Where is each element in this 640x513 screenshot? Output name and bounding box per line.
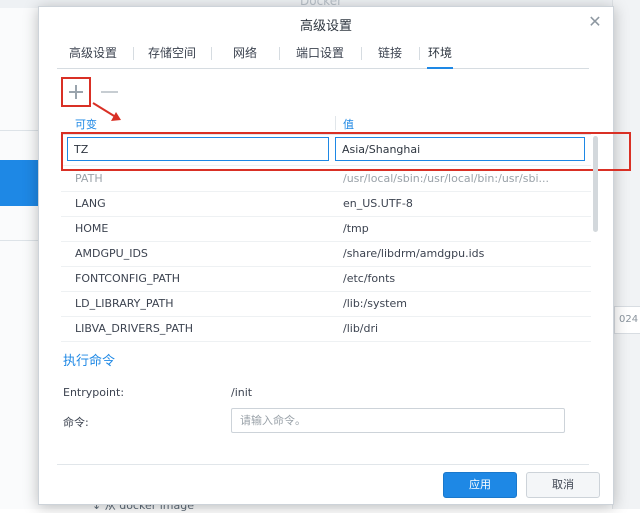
entrypoint-value: /init xyxy=(231,386,253,399)
plus-icon-stroke xyxy=(75,85,77,99)
dialog-title: 高级设置 xyxy=(299,19,352,34)
tab-environment[interactable]: 环境 xyxy=(423,38,457,69)
table-row[interactable]: AMDGPU_IDS /share/libdrm/amdgpu.ids xyxy=(61,241,591,267)
add-variable-button[interactable] xyxy=(61,77,91,107)
exec-section-title: 执行命令 xyxy=(63,354,116,369)
variable-name: FONTCONFIG_PATH xyxy=(75,272,181,285)
background-divider xyxy=(0,130,38,131)
table-row[interactable]: HOME /tmp xyxy=(61,216,591,242)
apply-button[interactable]: 应用 xyxy=(443,472,517,498)
tab-separator xyxy=(211,47,212,60)
table-scrollbar[interactable] xyxy=(593,136,598,232)
tab-separator xyxy=(133,47,134,60)
variable-name: HOME xyxy=(75,222,109,235)
variable-value-input[interactable] xyxy=(335,137,585,161)
entrypoint-label: Entrypoint: xyxy=(63,386,125,399)
variable-name: PATH xyxy=(75,172,103,185)
table-row[interactable]: LANG en_US.UTF-8 xyxy=(61,191,591,217)
tab-links[interactable]: 链接 xyxy=(365,38,415,68)
variable-value: /etc/fonts xyxy=(343,272,396,285)
tab-bar: 高级设置 存储空间 网络 端口设置 链接 环境 xyxy=(57,38,589,69)
column-separator xyxy=(335,116,336,130)
column-header-value[interactable]: 值 xyxy=(343,116,354,132)
command-label: 命令: xyxy=(63,416,89,429)
tab-advanced-settings[interactable]: 高级设置 xyxy=(57,38,129,68)
variable-name-input[interactable] xyxy=(67,137,329,161)
environment-table: 可变 值 PATH /usr/local/sbin:/usr/local/bin… xyxy=(61,114,597,346)
variable-value: /lib:/system xyxy=(343,297,407,310)
variable-value: /share/libdrm/amdgpu.ids xyxy=(343,247,485,260)
variable-value: /tmp xyxy=(343,222,369,235)
cancel-button[interactable]: 取消 xyxy=(526,472,600,498)
background-field: 024 xyxy=(614,306,640,334)
table-row[interactable]: LIBVA_DRIVERS_PATH /lib/dri xyxy=(61,316,591,342)
table-row[interactable]: PATH /usr/local/sbin:/usr/local/bin:/usr… xyxy=(61,166,591,192)
tab-separator xyxy=(279,47,280,60)
variable-name: AMDGPU_IDS xyxy=(75,247,148,260)
variable-name: LANG xyxy=(75,197,106,210)
table-header: 可变 值 xyxy=(61,114,591,135)
tab-storage[interactable]: 存储空间 xyxy=(137,38,207,68)
table-row[interactable]: LD_LIBRARY_PATH /lib:/system xyxy=(61,291,591,317)
footer-divider xyxy=(57,464,589,465)
close-icon[interactable]: ✕ xyxy=(587,14,603,30)
variable-name: LD_LIBRARY_PATH xyxy=(75,297,174,310)
variable-value: /lib/dri xyxy=(343,322,379,335)
command-input[interactable] xyxy=(231,408,565,433)
column-header-variable[interactable]: 可变 xyxy=(75,116,97,132)
variable-value: /usr/local/sbin:/usr/local/bin:/usr/sbi.… xyxy=(343,172,550,185)
tab-separator xyxy=(419,47,420,60)
tab-port-settings[interactable]: 端口设置 xyxy=(283,38,357,68)
background-side-panel xyxy=(612,0,640,509)
table-row[interactable]: FONTCONFIG_PATH /etc/fonts xyxy=(61,266,591,292)
variable-name: LIBVA_DRIVERS_PATH xyxy=(75,322,193,335)
tab-separator xyxy=(361,47,362,60)
variable-value: en_US.UTF-8 xyxy=(343,197,413,210)
background-selected-item xyxy=(0,160,38,206)
table-row-editing[interactable] xyxy=(61,135,591,166)
minus-icon xyxy=(101,91,118,93)
tab-network[interactable]: 网络 xyxy=(215,38,275,68)
advanced-settings-dialog: 高级设置 ✕ 高级设置 存储空间 网络 端口设置 链接 环境 可变 值 TZ A… xyxy=(38,6,631,505)
background-divider xyxy=(0,240,38,241)
